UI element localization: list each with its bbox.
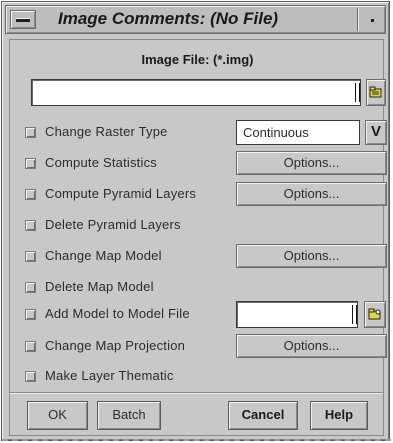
window-menu-icon (16, 18, 30, 22)
title-bar[interactable]: Image Comments: (No File) (5, 5, 386, 34)
title-divider (357, 8, 358, 31)
change-raster-type-label: Change Raster Type (45, 124, 168, 139)
compute-pyramid-layers-label: Compute Pyramid Layers (45, 186, 197, 201)
compute-pyramid-layers-checkbox[interactable] (25, 189, 36, 200)
browse-model-file-button[interactable] (364, 301, 386, 328)
ok-button[interactable]: OK (27, 401, 88, 430)
browse-file-button[interactable] (366, 79, 386, 106)
batch-button[interactable]: Batch (97, 401, 161, 430)
model-file-input[interactable] (236, 301, 358, 328)
delete-map-model-label: Delete Map Model (45, 279, 154, 294)
image-file-label: Image File: (*.img) (141, 52, 254, 67)
text-caret (355, 83, 360, 102)
raster-type-select[interactable]: Continuous (236, 120, 360, 145)
compute-pyramid-layers-options-button[interactable]: Options... (236, 182, 387, 206)
change-map-model-options-button[interactable]: Options... (236, 244, 387, 268)
browse-icon (368, 308, 381, 320)
change-map-projection-checkbox[interactable] (25, 341, 36, 352)
minimize-icon (371, 19, 374, 22)
delete-map-model-checkbox[interactable] (25, 282, 36, 293)
compute-statistics-label: Compute Statistics (45, 155, 157, 170)
change-raster-type-checkbox[interactable] (25, 127, 36, 138)
change-map-projection-options-button[interactable]: Options... (236, 334, 387, 358)
window-menu-button[interactable] (10, 10, 36, 29)
window-bottom-edge (2, 439, 391, 441)
make-layer-thematic-checkbox[interactable] (25, 371, 36, 382)
help-button[interactable]: Help (310, 401, 368, 430)
make-layer-thematic-label: Make Layer Thematic (45, 368, 174, 383)
raster-type-dropdown-button[interactable]: V (365, 120, 387, 145)
button-area-divider (10, 392, 383, 393)
image-file-input[interactable] (31, 79, 361, 106)
minimize-button[interactable] (364, 11, 382, 28)
model-file-caret (352, 305, 357, 324)
add-model-to-model-file-label: Add Model to Model File (45, 306, 190, 321)
compute-statistics-options-button[interactable]: Options... (236, 151, 387, 175)
change-map-model-label: Change Map Model (45, 248, 162, 263)
image-comments-dialog: Image Comments: (No File) Image File: (*… (1, 1, 391, 441)
add-model-to-model-file-checkbox[interactable] (25, 309, 36, 320)
delete-pyramid-layers-checkbox[interactable] (25, 220, 36, 231)
cancel-button[interactable]: Cancel (228, 401, 298, 430)
compute-statistics-checkbox[interactable] (25, 158, 36, 169)
change-map-model-checkbox[interactable] (25, 251, 36, 262)
folder-icon (369, 86, 382, 98)
delete-pyramid-layers-label: Delete Pyramid Layers (45, 217, 181, 232)
window-title: Image Comments: (No File) (58, 9, 279, 28)
change-map-projection-label: Change Map Projection (45, 338, 186, 353)
